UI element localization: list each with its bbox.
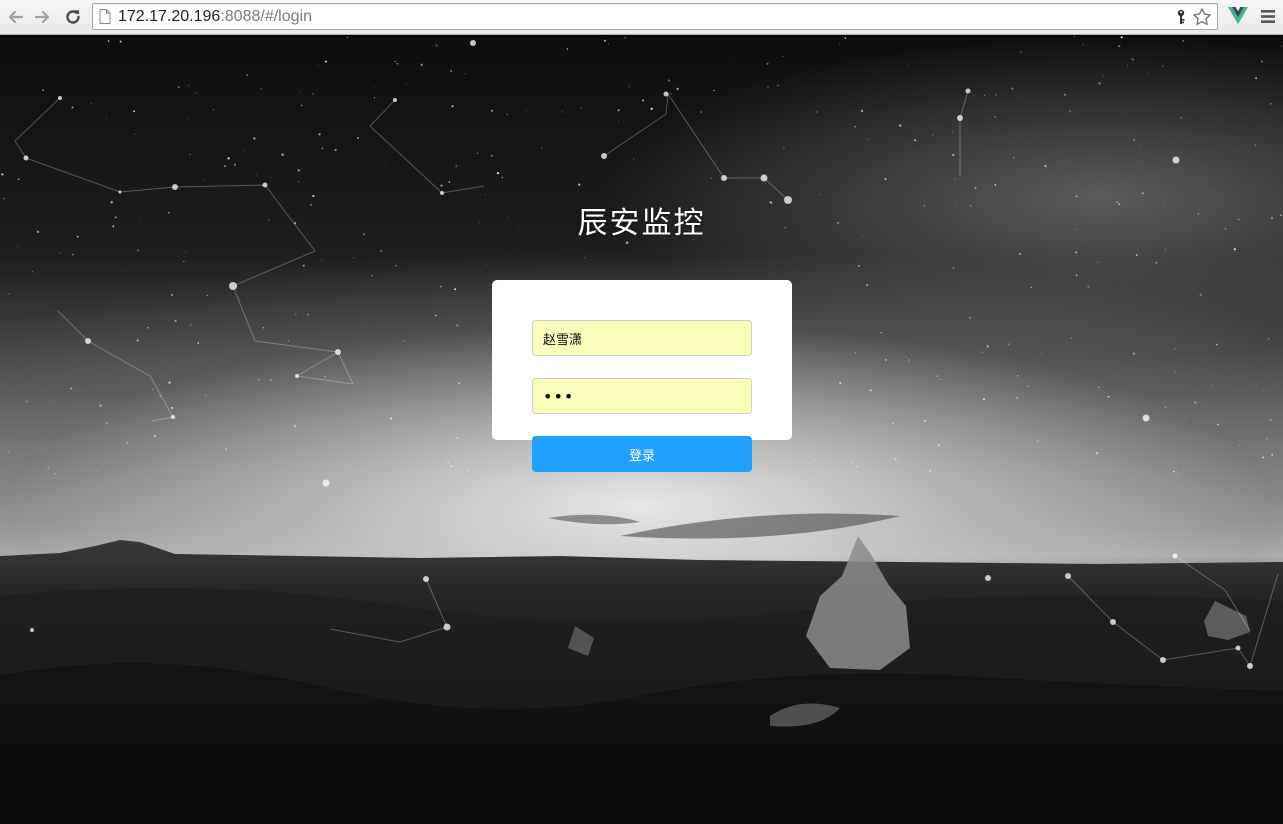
browser-toolbar: 172.17.20.196:8088/#/login xyxy=(0,0,1283,35)
login-form-card xyxy=(492,280,792,440)
bookmark-star-icon[interactable] xyxy=(1192,7,1212,27)
url-text[interactable]: 172.17.20.196:8088/#/login xyxy=(118,7,312,27)
username-input[interactable] xyxy=(532,320,752,356)
url-host: 172.17.20.196 xyxy=(118,8,221,25)
vue-devtools-icon[interactable] xyxy=(1228,7,1248,25)
key-icon[interactable] xyxy=(1175,9,1187,25)
page-title: 辰安监控 xyxy=(577,206,706,241)
menu-icon[interactable] xyxy=(1261,10,1275,23)
forward-icon[interactable] xyxy=(32,6,54,28)
login-button[interactable]: 登录 xyxy=(532,436,752,472)
back-icon[interactable] xyxy=(4,6,26,28)
password-input[interactable] xyxy=(532,378,752,414)
url-path: :8088/#/login xyxy=(220,8,312,25)
login-page: 辰安监控 登录 xyxy=(0,36,1283,824)
page-icon xyxy=(99,9,111,24)
reload-icon[interactable] xyxy=(62,6,84,28)
address-bar[interactable]: 172.17.20.196:8088/#/login xyxy=(92,3,1218,30)
